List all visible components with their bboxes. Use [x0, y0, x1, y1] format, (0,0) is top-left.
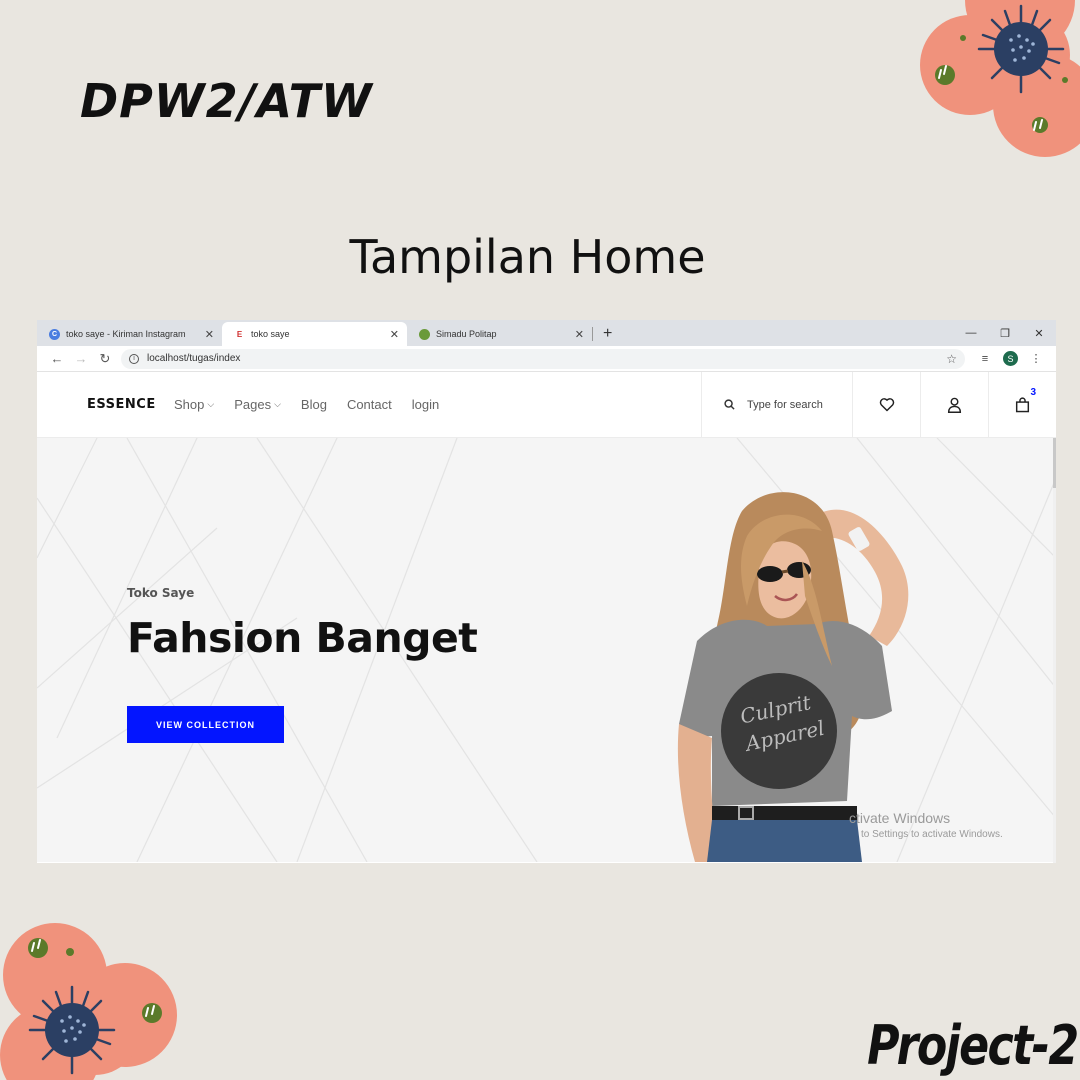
forward-icon[interactable]: →	[69, 351, 93, 366]
flower-decoration-top-right	[920, 0, 1080, 157]
nav-pages[interactable]: Pages ⌵	[234, 397, 281, 412]
heart-icon	[879, 398, 894, 412]
tab-simadu[interactable]: Simadu Politap ✕	[407, 322, 592, 346]
tab-title: toko saye - Kiriman Instagram	[66, 329, 186, 339]
activation-watermark-text: to Settings to activate Windows.	[861, 829, 1003, 840]
page-scrollbar[interactable]	[1053, 438, 1056, 863]
menu-dots-icon[interactable]: ⋮	[1024, 352, 1048, 365]
back-icon[interactable]: ←	[45, 351, 69, 366]
cart-button[interactable]: 3	[988, 372, 1056, 437]
site-header: ESSENCE Shop ⌵ Pages ⌵ Blog Contact login …	[37, 372, 1056, 438]
user-icon	[947, 397, 962, 413]
nav-contact[interactable]: Contact	[347, 397, 392, 412]
hero-title: Fahsion Banget	[127, 614, 478, 662]
scrollbar-thumb[interactable]	[1053, 438, 1056, 488]
search-placeholder: Type for search	[747, 398, 823, 411]
tab-strip: C toko saye - Kiriman Instagram ✕ E toko…	[37, 320, 1056, 346]
tab-toko-saye[interactable]: E toko saye ✕	[222, 322, 407, 346]
url-text: localhost/tugas/index	[147, 353, 241, 364]
slide-footer: Project-2	[867, 1014, 1080, 1077]
close-tab-icon[interactable]: ✕	[390, 328, 399, 341]
restore-icon[interactable]: ❐	[988, 327, 1022, 340]
tab-title: Simadu Politap	[436, 329, 497, 339]
hero-banner: Toko Saye Fahsion Banget VIEW COLLECTION…	[37, 438, 1056, 862]
main-nav: Shop ⌵ Pages ⌵ Blog Contact login	[174, 372, 701, 437]
tab-favicon-icon: E	[234, 328, 245, 340]
search-input[interactable]: Type for search	[701, 372, 852, 437]
address-bar: ← → ↻ i localhost/tugas/index ☆ ≡ S ⋮	[37, 346, 1056, 372]
profile-avatar[interactable]: S	[1003, 351, 1018, 366]
shopping-bag-icon	[1015, 396, 1030, 412]
info-icon[interactable]: i	[129, 353, 139, 364]
site-logo[interactable]: ESSENCE	[37, 372, 174, 437]
tab-favicon-icon: C	[49, 328, 60, 340]
account-button[interactable]	[920, 372, 988, 437]
close-tab-icon[interactable]: ✕	[205, 328, 214, 341]
tab-favicon-icon	[419, 328, 430, 340]
nav-login[interactable]: login	[412, 397, 439, 412]
wishlist-button[interactable]	[852, 372, 920, 437]
view-collection-button[interactable]: VIEW COLLECTION	[127, 706, 284, 743]
tab-title: toko saye	[251, 329, 290, 339]
reading-list-icon[interactable]: ≡	[973, 353, 997, 365]
browser-window: C toko saye - Kiriman Instagram ✕ E toko…	[37, 320, 1056, 863]
tab-instagram[interactable]: C toko saye - Kiriman Instagram ✕	[37, 322, 222, 346]
reload-icon[interactable]: ↻	[93, 351, 117, 367]
hero-eyebrow: Toko Saye	[127, 586, 195, 600]
close-tab-icon[interactable]: ✕	[575, 328, 584, 341]
bookmark-star-icon[interactable]: ☆	[946, 352, 957, 366]
chevron-down-icon: ⌵	[207, 399, 215, 409]
chevron-down-icon: ⌵	[274, 399, 281, 409]
hero-model-image: Culprit Apparel	[677, 492, 909, 862]
window-controls: — ❐ ✕	[954, 320, 1056, 346]
nav-blog[interactable]: Blog	[301, 397, 327, 412]
nav-shop[interactable]: Shop ⌵	[174, 397, 214, 412]
cart-count-badge: 3	[1030, 387, 1036, 398]
close-window-icon[interactable]: ✕	[1022, 327, 1056, 340]
slide-title: DPW2/ATW	[80, 74, 373, 128]
slide-subtitle: Tampilan Home	[349, 230, 706, 284]
url-input[interactable]: i localhost/tugas/index ☆	[121, 348, 965, 369]
new-tab-icon[interactable]: +	[603, 325, 612, 343]
search-icon	[724, 399, 735, 410]
minimize-icon[interactable]: —	[954, 327, 988, 339]
activation-watermark-title: ctivate Windows	[849, 810, 951, 826]
flower-decoration-bottom-left	[0, 923, 177, 1080]
